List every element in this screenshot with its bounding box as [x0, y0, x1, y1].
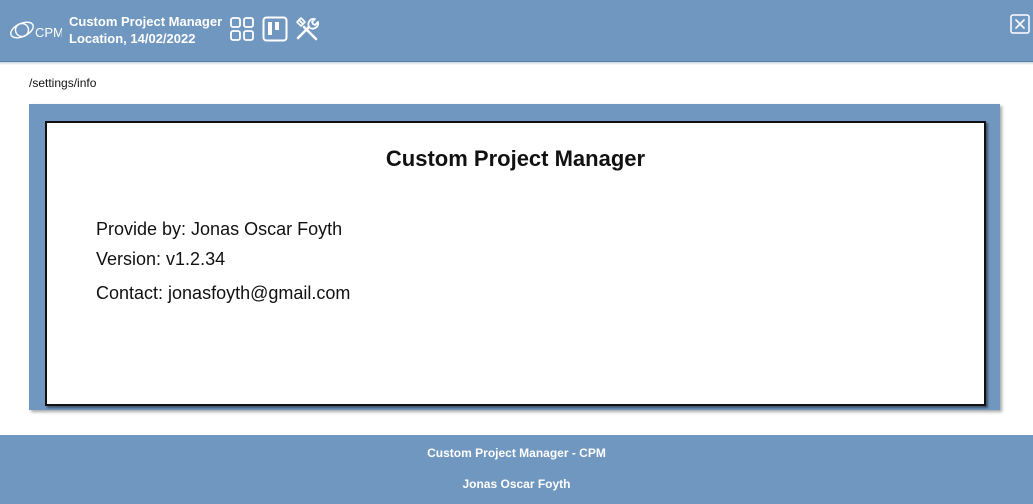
info-card: Custom Project Manager Provide by: Jonas…: [45, 121, 986, 406]
footer-app-name: Custom Project Manager - CPM: [427, 446, 606, 460]
app-header: CPM Custom Project Manager Location, 14/…: [0, 0, 1033, 62]
cpm-logo: CPM: [8, 16, 64, 44]
contact-text: Contact: jonasfoyth@gmail.com: [96, 283, 351, 303]
tools-icon[interactable]: [294, 16, 320, 42]
header-shadow: [0, 62, 1033, 65]
app-location-date: Location, 14/02/2022: [69, 31, 196, 46]
footer-author: Jonas Oscar Foyth: [462, 477, 571, 491]
info-panel: Custom Project Manager Provide by: Jonas…: [29, 104, 1000, 410]
close-icon[interactable]: [1010, 14, 1030, 34]
app-footer: Custom Project Manager - CPM Jonas Oscar…: [0, 435, 1033, 504]
breadcrumb: /settings/info: [29, 76, 97, 90]
provider-text: Provide by: Jonas Oscar Foyth: [96, 219, 343, 239]
version-text: Version: v1.2.34: [96, 249, 226, 269]
kanban-icon[interactable]: [262, 16, 288, 42]
info-title: Custom Project Manager: [385, 146, 646, 171]
svg-text:CPM: CPM: [35, 25, 62, 40]
grid-icon[interactable]: [229, 16, 255, 42]
app-title: Custom Project Manager: [69, 14, 223, 29]
